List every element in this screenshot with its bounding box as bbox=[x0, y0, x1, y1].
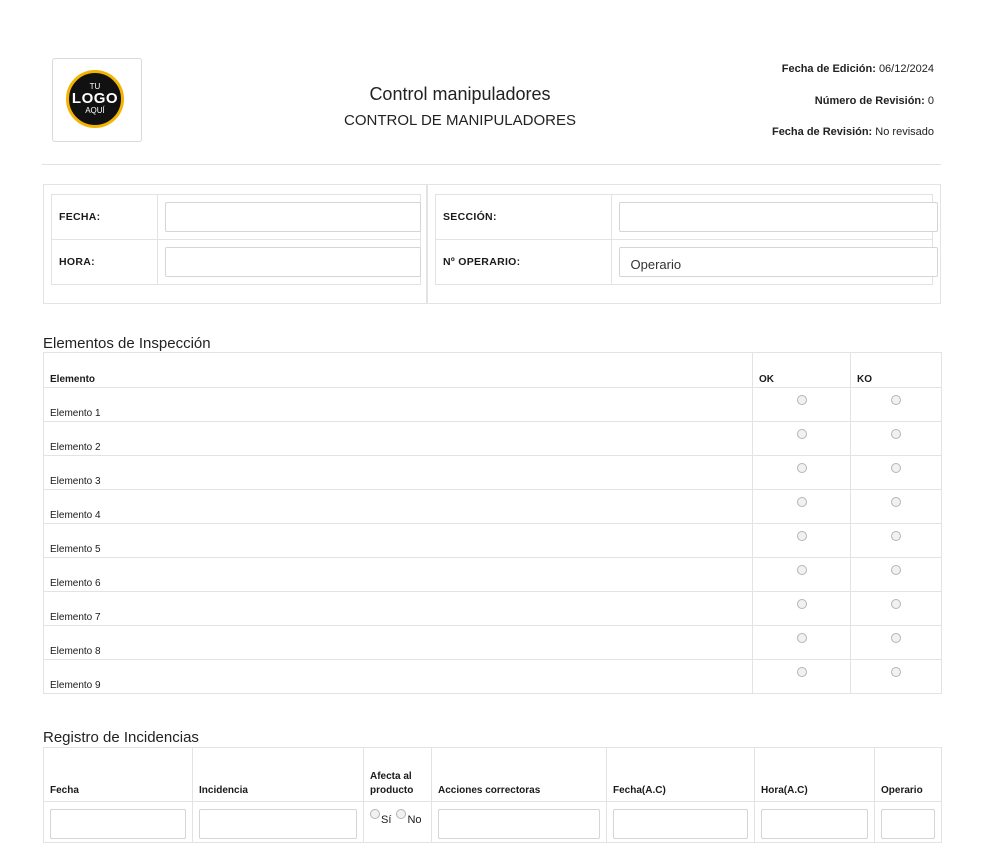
element-label: Elemento 9 bbox=[43, 659, 753, 694]
info-panel: FECHA: HORA: SECCIÓN: Nº OPERARIO: Opera… bbox=[43, 184, 941, 305]
incidents-table: Fecha Incidencia Afecta al producto Acci… bbox=[43, 747, 942, 843]
inspection-row: Elemento 2 bbox=[43, 421, 942, 456]
logo: TU LOGO AQUÍ bbox=[52, 58, 142, 142]
col-incidencia: Incidencia bbox=[192, 747, 364, 802]
info-right-panel: SECCIÓN: Nº OPERARIO: Operario bbox=[427, 184, 941, 304]
col-fecha: Fecha bbox=[43, 747, 193, 802]
info-left-table: FECHA: HORA: bbox=[50, 194, 422, 285]
incidents-header-row: Fecha Incidencia Afecta al producto Acci… bbox=[43, 747, 942, 802]
element-label: Elemento 8 bbox=[43, 625, 753, 660]
revision-date: Fecha de Revisión: No revisado bbox=[771, 126, 934, 138]
inspection-row: Elemento 8 bbox=[43, 625, 942, 660]
ko-radio[interactable] bbox=[891, 633, 901, 644]
ok-radio[interactable] bbox=[796, 599, 807, 610]
form-page: TU LOGO AQUÍ Control manipuladores CONTR… bbox=[0, 0, 985, 843]
header-divider bbox=[42, 164, 941, 165]
incidents-title: Registro de Incidencias bbox=[43, 729, 199, 746]
col-hora-ac: Hora(A.C) bbox=[754, 747, 875, 802]
ko-radio[interactable] bbox=[891, 429, 901, 440]
ok-radio[interactable] bbox=[796, 667, 807, 678]
element-label: Elemento 4 bbox=[43, 489, 753, 524]
operario-label: Nº OPERARIO: bbox=[435, 239, 612, 285]
fecha-input[interactable] bbox=[165, 202, 422, 232]
ok-radio[interactable] bbox=[796, 497, 807, 508]
inspection-row: Elemento 3 bbox=[43, 455, 942, 490]
element-label: Elemento 1 bbox=[43, 387, 753, 422]
ko-radio[interactable] bbox=[891, 667, 901, 678]
ko-radio[interactable] bbox=[891, 395, 901, 406]
element-label: Elemento 5 bbox=[43, 523, 753, 558]
inspection-header-row: Elemento OK KO bbox=[43, 352, 942, 388]
col-operario: Operario bbox=[874, 747, 942, 802]
incident-row: Sí No bbox=[43, 801, 942, 843]
incident-acciones-input[interactable] bbox=[438, 809, 600, 839]
seccion-input[interactable] bbox=[618, 202, 938, 232]
incident-operario-input[interactable] bbox=[881, 809, 935, 839]
col-ko: KO bbox=[850, 352, 942, 388]
incident-hora-ac-input[interactable] bbox=[761, 809, 868, 839]
operario-input[interactable]: Operario bbox=[618, 247, 938, 277]
inspection-row: Elemento 9 bbox=[43, 659, 942, 694]
ko-radio[interactable] bbox=[891, 497, 901, 508]
ok-radio[interactable] bbox=[796, 395, 807, 406]
inspection-row: Elemento 4 bbox=[43, 489, 942, 524]
inspection-table: Elemento OK KO Elemento 1 Elemento 2 Eleme… bbox=[43, 352, 942, 694]
ko-radio[interactable] bbox=[891, 531, 901, 542]
incident-fecha-input[interactable] bbox=[50, 809, 186, 839]
revision-number: Número de Revisión: 0 bbox=[814, 95, 934, 107]
info-left-panel: FECHA: HORA: bbox=[43, 184, 427, 304]
inspection-row: Elemento 6 bbox=[43, 557, 942, 592]
element-label: Elemento 6 bbox=[43, 557, 753, 592]
inspection-row: Elemento 5 bbox=[43, 523, 942, 558]
ok-radio[interactable] bbox=[796, 463, 807, 474]
edition-date: Fecha de Edición: 06/12/2024 bbox=[781, 63, 934, 75]
logo-badge: TU LOGO AQUÍ bbox=[66, 70, 124, 128]
info-right-table: SECCIÓN: Nº OPERARIO: Operario bbox=[435, 194, 938, 285]
page-subtitle: CONTROL DE MANIPULADORES bbox=[344, 112, 576, 129]
col-fecha-ac: Fecha(A.C) bbox=[606, 747, 755, 802]
afecta-no-radio[interactable] bbox=[396, 809, 407, 820]
seccion-label: SECCIÓN: bbox=[435, 194, 612, 240]
inspection-row: Elemento 1 bbox=[43, 387, 942, 422]
inspection-title: Elementos de Inspección bbox=[43, 335, 211, 352]
afecta-si-radio[interactable] bbox=[370, 809, 380, 820]
incident-fecha-ac-input[interactable] bbox=[613, 809, 748, 839]
hora-input[interactable] bbox=[165, 247, 422, 277]
ok-radio[interactable] bbox=[796, 633, 807, 644]
element-label: Elemento 7 bbox=[43, 591, 753, 626]
ko-radio[interactable] bbox=[891, 463, 901, 474]
col-afecta-producto: Afecta al producto bbox=[363, 747, 432, 802]
afecta-producto-choice: Sí No bbox=[370, 809, 424, 826]
col-elemento: Elemento bbox=[43, 352, 753, 388]
ok-radio[interactable] bbox=[796, 531, 807, 542]
page-title: Control manipuladores bbox=[369, 84, 551, 104]
ko-radio[interactable] bbox=[891, 565, 901, 576]
element-label: Elemento 2 bbox=[43, 421, 753, 456]
incident-incidencia-input[interactable] bbox=[199, 809, 357, 839]
ok-radio[interactable] bbox=[796, 565, 807, 576]
hora-label: HORA: bbox=[50, 239, 159, 285]
ko-radio[interactable] bbox=[891, 599, 901, 610]
col-ok: OK bbox=[752, 352, 851, 388]
fecha-label: FECHA: bbox=[50, 194, 159, 240]
ok-radio[interactable] bbox=[796, 429, 807, 440]
col-acciones-correctoras: Acciones correctoras bbox=[431, 747, 607, 802]
inspection-row: Elemento 7 bbox=[43, 591, 942, 626]
element-label: Elemento 3 bbox=[43, 455, 753, 490]
